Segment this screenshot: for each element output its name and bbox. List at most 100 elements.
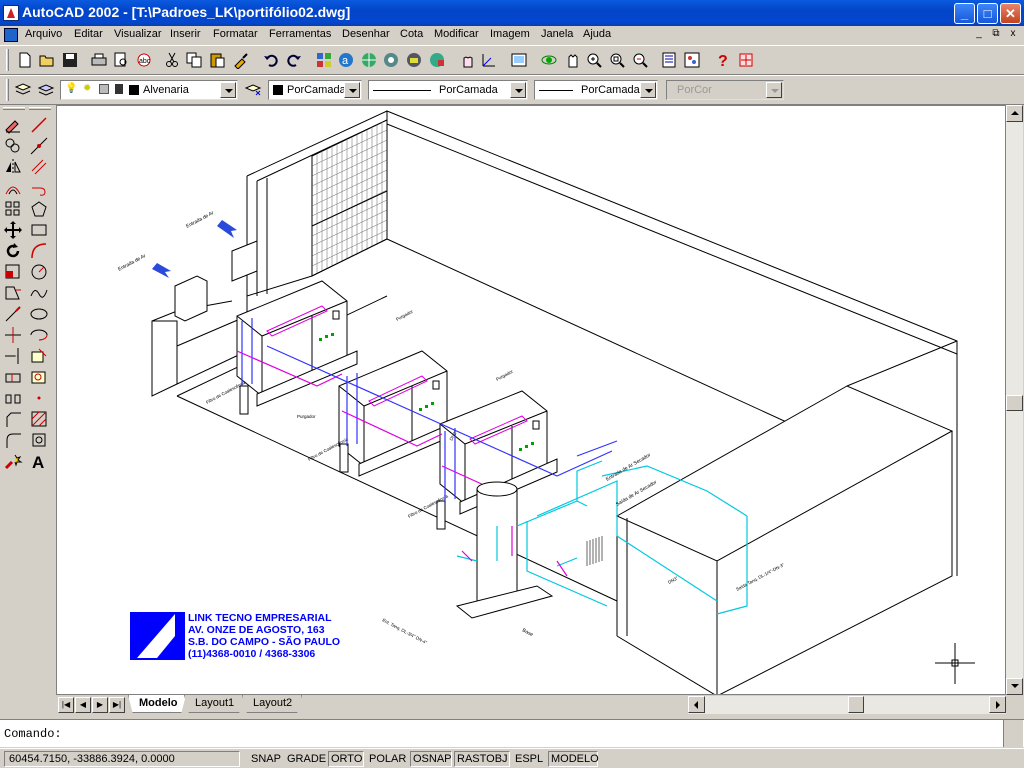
tab-layout1[interactable]: Layout1 — [184, 695, 244, 713]
mirror-icon[interactable] — [3, 157, 23, 177]
doc-close-button[interactable]: x — [1006, 28, 1020, 41]
menu-cota[interactable]: Cota — [400, 28, 423, 40]
scroll-up-button[interactable] — [1006, 105, 1023, 122]
arc-icon[interactable] — [29, 241, 49, 261]
polyline-icon[interactable] — [29, 178, 49, 198]
region-icon[interactable] — [29, 430, 49, 450]
offset-icon[interactable] — [3, 178, 23, 198]
menu-janela[interactable]: Janela — [541, 28, 573, 40]
dropdown-arrow-icon[interactable] — [510, 82, 526, 98]
minimize-button[interactable]: _ — [954, 3, 975, 24]
copy-icon[interactable] — [185, 51, 203, 69]
break-icon[interactable] — [3, 367, 23, 387]
layer-manager-icon[interactable] — [14, 81, 32, 99]
close-button[interactable]: ✕ — [1000, 3, 1021, 24]
doc-minimize-button[interactable]: _ — [972, 28, 986, 41]
zoom-previous-icon[interactable] — [631, 51, 649, 69]
scroll-thumb-horizontal[interactable] — [848, 696, 864, 713]
multiline-text-icon[interactable]: A — [29, 451, 49, 471]
move-icon[interactable] — [3, 220, 23, 240]
stretch-icon[interactable] — [3, 283, 23, 303]
dropdown-arrow-icon[interactable] — [640, 82, 656, 98]
print-preview-icon[interactable] — [112, 51, 130, 69]
pan-realtime-icon[interactable] — [458, 51, 476, 69]
status-toggle-snap[interactable]: SNAP — [248, 751, 282, 767]
tab-prev-button[interactable]: ◀ — [75, 697, 91, 713]
design-center-icon[interactable] — [315, 51, 333, 69]
erase-icon[interactable] — [3, 115, 23, 135]
dropdown-arrow-icon[interactable] — [220, 82, 236, 98]
status-toggle-rastobj[interactable]: RASTOBJ — [454, 751, 510, 767]
command-scrollbar[interactable] — [1003, 720, 1023, 747]
line-icon[interactable] — [29, 115, 49, 135]
scale-icon[interactable] — [3, 262, 23, 282]
zoom-realtime-icon[interactable] — [585, 51, 603, 69]
doc-restore-button[interactable]: ⧉ — [989, 28, 1003, 41]
toolbar-grip[interactable] — [6, 79, 9, 101]
break-gap-icon[interactable] — [3, 388, 23, 408]
menu-modificar[interactable]: Modificar — [434, 28, 479, 40]
rotate-icon[interactable] — [3, 241, 23, 261]
pan-icon[interactable] — [563, 51, 581, 69]
layer-dropdown[interactable]: 💡 ✹ Alvenaria — [60, 80, 238, 100]
cut-icon[interactable] — [163, 51, 181, 69]
layer-previous-icon[interactable] — [244, 81, 262, 99]
drawing-canvas[interactable]: Entrada de Ar Entrada de Ar Filtro de Co… — [56, 105, 1006, 695]
ellipse-arc-icon[interactable] — [29, 325, 49, 345]
tab-layout2[interactable]: Layout2 — [242, 695, 302, 713]
help-icon[interactable]: ? — [714, 51, 732, 69]
coordinate-display[interactable]: 60454.7150, -33886.3924, 0.0000 — [4, 751, 240, 767]
ucs-icon[interactable] — [480, 51, 498, 69]
menu-imagem[interactable]: Imagem — [490, 28, 530, 40]
match-properties-icon[interactable] — [232, 51, 250, 69]
ellipse-icon[interactable] — [29, 304, 49, 324]
rectangle-icon[interactable] — [29, 220, 49, 240]
construction-line-icon[interactable] — [29, 136, 49, 156]
color-dropdown[interactable]: PorCamada — [268, 80, 362, 100]
properties-icon[interactable] — [660, 51, 678, 69]
polygon-icon[interactable] — [29, 199, 49, 219]
zoom-window-icon[interactable] — [608, 51, 626, 69]
redo-icon[interactable] — [285, 51, 303, 69]
insert-block-icon[interactable] — [29, 346, 49, 366]
status-toggle-polar[interactable]: POLAR — [366, 751, 408, 767]
status-toggle-modelo[interactable]: MODELO — [548, 751, 599, 767]
dropdown-arrow-icon[interactable] — [344, 82, 360, 98]
new-file-icon[interactable] — [16, 51, 34, 69]
point-icon[interactable] — [29, 388, 49, 408]
menu-ajuda[interactable]: Ajuda — [583, 28, 611, 40]
undo-icon[interactable] — [262, 51, 280, 69]
horizontal-scrollbar[interactable] — [688, 696, 1006, 714]
tab-next-button[interactable]: ▶ — [92, 697, 108, 713]
tab-modelo[interactable]: Modelo — [128, 695, 186, 713]
chamfer-icon[interactable] — [3, 409, 23, 429]
circle-icon[interactable] — [29, 262, 49, 282]
print-icon[interactable] — [90, 51, 108, 69]
make-block-icon[interactable] — [29, 367, 49, 387]
3d-orbit-icon[interactable] — [540, 51, 558, 69]
paste-icon[interactable] — [208, 51, 226, 69]
today-icon[interactable] — [382, 51, 400, 69]
copy-object-icon[interactable] — [3, 136, 23, 156]
multiline-icon[interactable] — [29, 157, 49, 177]
hatch-icon[interactable] — [29, 409, 49, 429]
toolbar-grip[interactable] — [6, 49, 9, 71]
save-icon[interactable] — [61, 51, 79, 69]
spell-check-icon[interactable]: abc — [135, 51, 153, 69]
menu-formatar[interactable]: Formatar — [213, 28, 258, 40]
scroll-right-button[interactable] — [989, 696, 1006, 713]
menu-desenhar[interactable]: Desenhar — [342, 28, 390, 40]
publish-icon[interactable] — [405, 51, 423, 69]
meet-now-icon[interactable] — [428, 51, 446, 69]
status-toggle-grade[interactable]: GRADE — [284, 751, 326, 767]
array-icon[interactable] — [3, 199, 23, 219]
menu-visualizar[interactable]: Visualizar — [114, 28, 162, 40]
hyperlink-icon[interactable]: a — [337, 51, 355, 69]
menu-arquivo[interactable]: Arquivo — [25, 28, 62, 40]
extend-icon[interactable] — [3, 346, 23, 366]
design-center-palette-icon[interactable] — [683, 51, 701, 69]
scroll-down-button[interactable] — [1006, 678, 1023, 695]
named-views-icon[interactable] — [510, 51, 528, 69]
web-browser-icon[interactable] — [360, 51, 378, 69]
explode-icon[interactable] — [3, 451, 23, 471]
